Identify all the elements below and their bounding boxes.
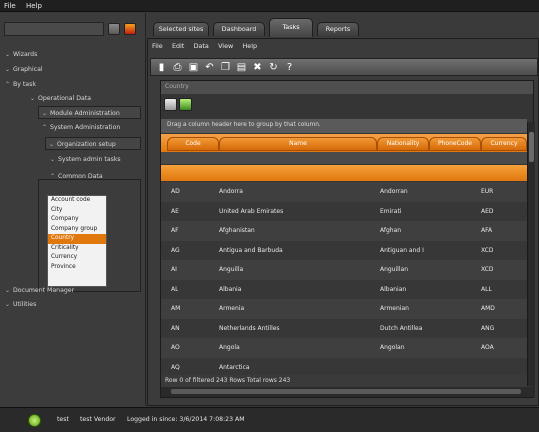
chevron-down-icon: ⌄ (42, 110, 48, 117)
nav-wizards[interactable]: ⌄ Wizards (5, 48, 37, 61)
tab-selected-sites[interactable]: Selected sites (153, 22, 209, 36)
task-menubar: File Edit Data View Help (148, 41, 538, 53)
submenu-file[interactable]: File (148, 41, 166, 50)
list-item[interactable]: Currency (48, 253, 106, 263)
submenu-help[interactable]: Help (238, 41, 260, 50)
task-window: File Edit Data View Help ▮ ⎙ ▣ ↶ ❐ ▤ ✖ ↻… (147, 38, 539, 406)
table-row[interactable]: AF Afghanistan Afghan AFA (161, 221, 527, 241)
chevron-down-icon: ⌄ (5, 287, 11, 294)
column-header-currency[interactable]: Currency (481, 137, 527, 151)
nav-utilities[interactable]: ⌄ Utilities (5, 298, 36, 311)
nav-document-manager[interactable]: ⌄ Document Manager (5, 284, 74, 297)
nav-graphical[interactable]: ⌄ Graphical (5, 63, 43, 76)
task-toolbar: ▮ ⎙ ▣ ↶ ❐ ▤ ✖ ↻ ? (150, 58, 538, 76)
grid-footer-status: Row 0 of filtered 243 Rows Total rows 24… (161, 375, 527, 387)
left-nav-panel: ⌄ Wizards ⌄ Graphical ⌃ By task ⌄ Operationa… (0, 13, 146, 406)
table-row[interactable]: AI Anguilla Anguillan XCD (161, 260, 527, 280)
status-login-time: Logged in since: 3/6/2014 7:08:23 AM (127, 416, 245, 423)
scrollbar-thumb[interactable] (529, 132, 534, 162)
chevron-down-icon: ⌄ (5, 66, 11, 73)
chevron-up-icon: ⌃ (5, 81, 11, 88)
chevron-down-icon: ⌄ (5, 51, 11, 58)
tab-reports[interactable]: Reports (317, 22, 359, 36)
paste-icon[interactable]: ▤ (235, 61, 248, 74)
menu-help[interactable]: Help (22, 0, 46, 10)
list-item[interactable]: Company group (48, 225, 106, 235)
chevron-down-icon: ⌄ (30, 95, 36, 102)
list-item[interactable]: Criticality (48, 244, 106, 254)
table-row[interactable]: AQ Antarctica (161, 357, 527, 375)
column-header-name[interactable]: Name (219, 137, 377, 151)
chevron-up-icon: ⌃ (42, 124, 48, 131)
undo-icon[interactable]: ↶ (203, 61, 216, 74)
help-icon[interactable]: ? (283, 61, 296, 74)
search-input[interactable] (4, 22, 104, 36)
list-item[interactable]: Company (48, 215, 106, 225)
submenu-view[interactable]: View (214, 41, 236, 50)
status-bar: test test Vendor Logged in since: 3/6/20… (0, 407, 539, 432)
delete-icon[interactable]: ✖ (251, 61, 264, 74)
chevron-down-icon: ⌄ (5, 301, 11, 308)
table-row[interactable]: AM Armenia Armenian AMD (161, 299, 527, 319)
new-row-bar[interactable] (161, 165, 527, 181)
chevron-down-icon: ⌄ (50, 156, 56, 163)
filter-row[interactable] (161, 152, 527, 164)
top-menubar: File Help (0, 0, 539, 12)
vertical-scrollbar[interactable] (527, 122, 535, 386)
copy-icon[interactable]: ❐ (219, 61, 232, 74)
table-row[interactable]: AG Antigua and Barbuda Antiguan and I XC… (161, 240, 527, 260)
tab-bar: Selected sites Dashboard Tasks Reports (147, 13, 539, 39)
excel-export-icon[interactable] (179, 98, 193, 111)
submenu-data[interactable]: Data (190, 41, 212, 50)
nav-system-administration[interactable]: ⌃ System Administration (42, 121, 120, 134)
list-item[interactable]: Province (48, 263, 106, 273)
column-header-phonecode[interactable]: PhoneCode (429, 137, 481, 151)
refresh-icon[interactable]: ↻ (267, 61, 280, 74)
column-header-nationality[interactable]: Nationality (377, 137, 429, 151)
list-item[interactable]: Account code (48, 196, 106, 206)
table-row[interactable]: AE United Arab Emirates Emirati AED (161, 201, 527, 221)
group-by-panel[interactable]: Drag a column header here to group by th… (161, 119, 527, 133)
nav-operational-data[interactable]: ⌄ Operational Data (30, 92, 91, 105)
tab-dashboard[interactable]: Dashboard (213, 22, 265, 36)
print-icon[interactable]: ⎙ (171, 61, 184, 74)
nav-module-administration[interactable]: ⌄ Module Administration (38, 106, 141, 119)
nav-by-task[interactable]: ⌃ By task (5, 78, 36, 91)
list-item-selected[interactable]: Country (48, 234, 106, 244)
grid-toolbar (164, 98, 193, 113)
horizontal-scrollbar[interactable] (161, 387, 535, 397)
window-title: Country (161, 81, 533, 94)
print-icon[interactable] (164, 98, 177, 111)
table-row[interactable]: AL Albania Albanian ALL (161, 279, 527, 299)
alert-icon[interactable] (124, 23, 136, 35)
common-data-list: Account code City Company Company group … (47, 195, 107, 287)
menu-file[interactable]: File (0, 0, 20, 10)
table-row[interactable]: AD Andorra Andorran EUR (161, 182, 527, 202)
nav-system-admin-tasks[interactable]: ⌄ System admin tasks (50, 153, 121, 166)
table-row[interactable]: AO Angola Angolan AOA (161, 338, 527, 358)
status-vendor: test Vendor (80, 416, 116, 423)
column-header-code[interactable]: Code (167, 137, 219, 151)
country-window: Country Drag a column header here to gro… (160, 80, 535, 398)
grid-icon[interactable] (108, 23, 120, 35)
list-item[interactable]: City (48, 206, 106, 216)
new-document-icon[interactable]: ▮ (155, 61, 168, 74)
chevron-down-icon: ⌄ (49, 141, 55, 148)
power-icon[interactable] (28, 414, 41, 427)
submenu-edit[interactable]: Edit (168, 41, 187, 50)
status-user: test (57, 416, 69, 423)
tab-tasks[interactable]: Tasks (269, 18, 313, 37)
nav-organization-setup[interactable]: ⌄ Organization setup (45, 137, 141, 150)
table-row[interactable]: AN Netherlands Antilles Dutch Antillea A… (161, 318, 527, 338)
grid-header: Code Name Nationality PhoneCode Currency (161, 134, 527, 152)
scrollbar-thumb[interactable] (171, 389, 521, 394)
save-icon[interactable]: ▣ (187, 61, 200, 74)
